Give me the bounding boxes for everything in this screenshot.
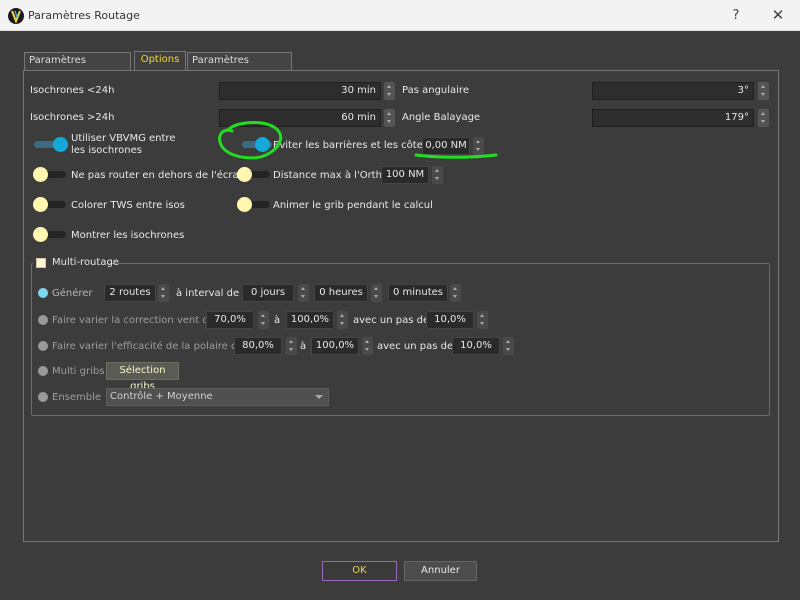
correction-from-spinbox[interactable]: 70,0% (206, 311, 254, 329)
generer-radio[interactable] (38, 288, 48, 298)
multigribs-radio[interactable] (38, 366, 48, 376)
angle-balayage-stepper[interactable] (758, 109, 769, 127)
polaire-to-spinbox[interactable]: 100,0% (311, 337, 359, 355)
multi-routage-title: Multi-routage (52, 257, 119, 268)
generer-minutes-spinbox[interactable]: 0 minutes (388, 284, 448, 302)
app-logo-icon (8, 8, 24, 24)
polaire-pas-label: avec un pas de (377, 341, 454, 352)
correction-to-spinbox[interactable]: 100,0% (286, 311, 334, 329)
iso-lt24-spinbox[interactable]: 30 min (219, 82, 381, 100)
cancel-button[interactable]: Annuler (404, 561, 477, 581)
generer-jours-spinbox[interactable]: 0 jours (242, 284, 294, 302)
eviter-distance-spinbox[interactable]: 0,00 NM (422, 137, 470, 155)
vbvmg-label: Utiliser VBVMG entre les isochrones (71, 133, 176, 156)
correction-from-stepper[interactable] (258, 311, 269, 329)
polaire-a-label: à (300, 341, 307, 352)
colorer-tws-label: Colorer TWS entre isos (71, 200, 185, 211)
close-icon: ✕ (771, 6, 785, 24)
ok-button[interactable]: OK (322, 561, 397, 581)
iso-lt24-stepper[interactable] (384, 82, 395, 100)
correction-pas-spinbox[interactable]: 10,0% (426, 311, 474, 329)
help-icon: ? (732, 8, 740, 23)
polaire-radio[interactable] (38, 341, 48, 351)
iso-gt24-stepper[interactable] (384, 109, 395, 127)
tab-parametres-avances[interactable]: Paramètres avancés (187, 52, 292, 82)
angle-balayage-spinbox[interactable]: 179° (592, 109, 754, 127)
correction-a-label: à (274, 315, 281, 326)
polaire-to-stepper[interactable] (362, 337, 373, 355)
title-bar: Paramètres Routage ? ✕ (0, 0, 800, 31)
montrer-isochrones-label: Montrer les isochrones (71, 230, 185, 241)
ensemble-radio[interactable] (38, 392, 48, 402)
pas-angulaire-spinbox[interactable]: 3° (592, 82, 754, 100)
ensemble-combo-value: Contrôle + Moyenne (110, 391, 213, 402)
multi-routage-checkbox[interactable] (36, 258, 46, 268)
animer-grib-label: Animer le grib pendant le calcul (273, 200, 433, 211)
polaire-label: Faire varier l'efficacité de la polaire … (52, 341, 244, 352)
pas-angulaire-label: Pas angulaire (402, 85, 469, 96)
polaire-from-stepper[interactable] (286, 337, 297, 355)
chevron-down-icon (315, 395, 323, 399)
generer-routes-stepper[interactable] (158, 284, 169, 302)
multigribs-label: Multi gribs (52, 366, 105, 377)
multi-routage-header: Multi-routage (33, 256, 119, 270)
correction-radio[interactable] (38, 315, 48, 325)
pas-angulaire-stepper[interactable] (758, 82, 769, 100)
close-button[interactable]: ✕ (760, 2, 796, 29)
correction-label: Faire varier la correction vent de (52, 315, 215, 326)
generer-label: Générer (52, 288, 93, 299)
help-button[interactable]: ? (718, 2, 754, 29)
distance-ortho-spinbox[interactable]: 100 NM (381, 166, 429, 184)
eviter-label: Eviter les barrières et les côtes (273, 140, 429, 151)
iso-gt24-label: Isochrones >24h (30, 112, 115, 123)
options-panel: Isochrones <24h 30 min Pas angulaire 3° … (23, 70, 779, 542)
generer-jours-stepper[interactable] (298, 284, 309, 302)
polaire-pas-stepper[interactable] (503, 337, 514, 355)
angle-balayage-label: Angle Balayage (402, 112, 481, 123)
iso-gt24-spinbox[interactable]: 60 min (219, 109, 381, 127)
polaire-pas-spinbox[interactable]: 10,0% (452, 337, 500, 355)
tab-parametres-generaux[interactable]: Paramètres généraux (24, 52, 131, 82)
polaire-from-spinbox[interactable]: 80,0% (234, 337, 282, 355)
generer-minutes-stepper[interactable] (450, 284, 461, 302)
selection-gribs-button[interactable]: Sélection gribs (106, 362, 179, 392)
distance-ortho-label: Distance max à l'Ortho (273, 170, 389, 181)
ensemble-label: Ensemble (52, 392, 102, 403)
tab-options[interactable]: Options (134, 51, 186, 71)
interval-label: à interval de (176, 288, 240, 299)
generer-heures-stepper[interactable] (371, 284, 382, 302)
iso-lt24-label: Isochrones <24h (30, 85, 115, 96)
eviter-distance-stepper[interactable] (473, 137, 484, 155)
correction-to-stepper[interactable] (337, 311, 348, 329)
correction-pas-label: avec un pas de (353, 315, 430, 326)
ensemble-combo[interactable]: Contrôle + Moyenne (106, 388, 329, 406)
distance-ortho-stepper[interactable] (432, 166, 443, 184)
ne-pas-router-label: Ne pas router en dehors de l'écran (71, 170, 245, 181)
generer-heures-spinbox[interactable]: 0 heures (314, 284, 368, 302)
generer-routes-spinbox[interactable]: 2 routes (104, 284, 156, 302)
window-title: Paramètres Routage (28, 9, 140, 22)
correction-pas-stepper[interactable] (477, 311, 488, 329)
